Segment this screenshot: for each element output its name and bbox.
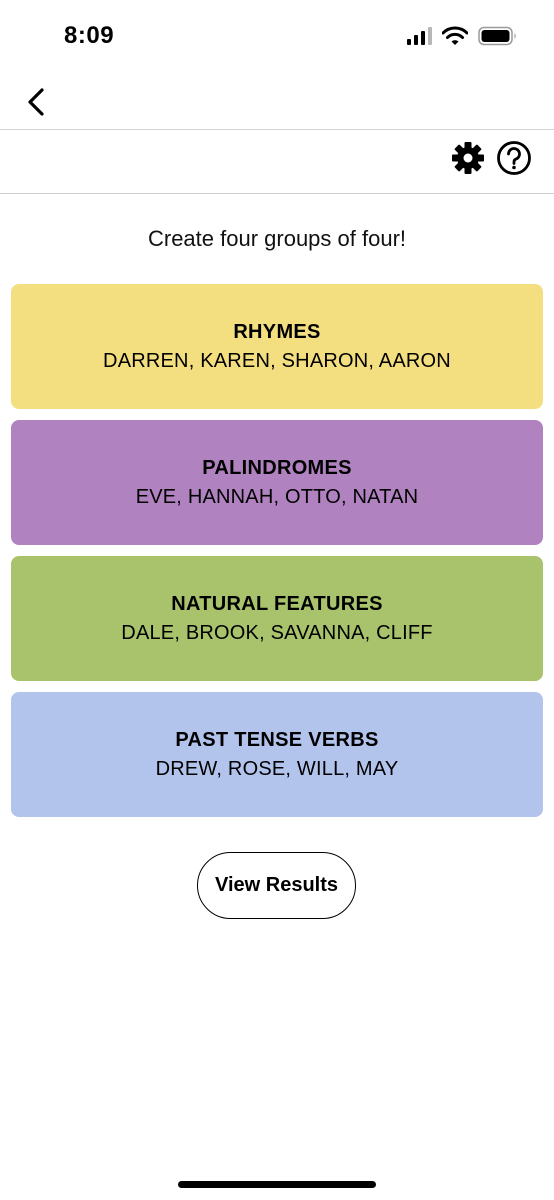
group-title: RHYMES <box>233 320 321 343</box>
group-card-past-tense-verbs: PAST TENSE VERBS DREW, ROSE, WILL, MAY <box>11 692 543 817</box>
status-time: 8:09 <box>64 22 115 49</box>
back-button[interactable] <box>16 80 56 124</box>
cellular-signal-icon <box>407 27 432 45</box>
question-circle-icon <box>497 141 531 175</box>
instructions-text: Create four groups of four! <box>147 226 407 251</box>
group-card-natural-features: NATURAL FEATURES DALE, BROOK, SAVANNA, C… <box>11 556 543 681</box>
game-toolbar <box>0 130 554 194</box>
nav-bar <box>0 74 554 130</box>
group-members: EVE, HANNAH, OTTO, NATAN <box>135 485 419 508</box>
group-title: PAST TENSE VERBS <box>175 728 379 751</box>
group-members: DREW, ROSE, WILL, MAY <box>155 757 399 780</box>
group-card-palindromes: PALINDROMES EVE, HANNAH, OTTO, NATAN <box>11 420 543 545</box>
group-card-rhymes: RHYMES DARREN, KAREN, SHARON, AARON <box>11 284 543 409</box>
view-results-button[interactable]: View Results <box>197 852 356 919</box>
battery-icon <box>478 26 516 46</box>
solved-groups: RHYMES DARREN, KAREN, SHARON, AARON PALI… <box>11 284 543 828</box>
status-icons <box>407 26 518 46</box>
wifi-icon <box>442 26 468 45</box>
chevron-left-icon <box>28 88 44 116</box>
group-members: DARREN, KAREN, SHARON, AARON <box>103 349 451 372</box>
settings-button[interactable] <box>448 138 488 178</box>
home-indicator <box>178 1181 376 1188</box>
gear-icon <box>452 142 484 174</box>
group-title: PALINDROMES <box>202 456 352 479</box>
group-members: DALE, BROOK, SAVANNA, CLIFF <box>121 621 433 644</box>
game-screen: 8:09 Create four groups of four! RHYMES … <box>0 0 554 1200</box>
help-button[interactable] <box>494 138 534 178</box>
group-title: NATURAL FEATURES <box>171 592 383 615</box>
status-bar: 8:09 <box>0 0 554 74</box>
